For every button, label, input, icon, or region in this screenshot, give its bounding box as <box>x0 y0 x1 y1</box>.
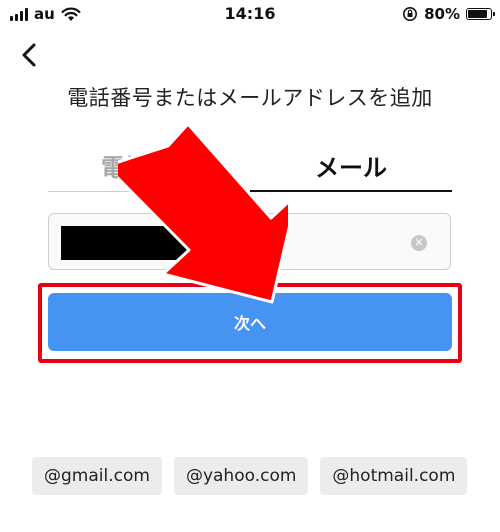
status-right: 80% <box>402 5 495 23</box>
chevron-left-icon <box>22 43 36 67</box>
page-title: 電話番号またはメールアドレスを追加 <box>67 86 433 110</box>
suggestion-gmail[interactable]: @gmail.com <box>32 457 162 495</box>
orientation-lock-icon <box>403 7 418 21</box>
suggestion-hotmail[interactable]: @hotmail.com <box>320 457 468 495</box>
battery-icon <box>466 8 495 20</box>
status-bar: au 14:16 80% <box>0 0 500 30</box>
tab-phone[interactable]: 電話番号 <box>48 140 250 192</box>
suggestion-yahoo[interactable]: @yahoo.com <box>173 457 309 495</box>
redaction-bar <box>61 226 277 260</box>
email-field-container: ✕ <box>48 213 451 270</box>
battery-percent: 80% <box>424 5 460 23</box>
tab-email[interactable]: メール <box>250 140 452 192</box>
clear-icon[interactable]: ✕ <box>411 235 427 251</box>
next-button[interactable]: 次へ <box>48 293 452 351</box>
back-button[interactable] <box>15 40 45 70</box>
domain-suggestions: @gmail.com @yahoo.com @hotmail.com <box>32 457 500 495</box>
tab-bar: 電話番号 メール <box>48 140 452 192</box>
